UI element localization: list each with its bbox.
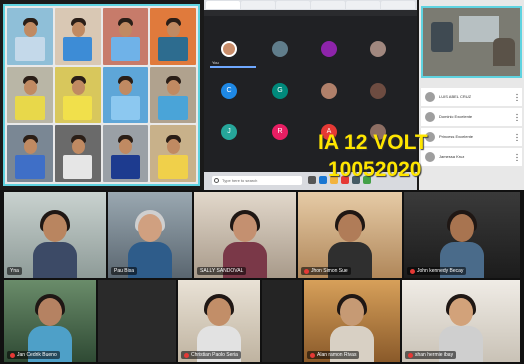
participant-nameplate: SALLY SANDOVAL <box>197 267 247 275</box>
student-photo <box>54 66 101 124</box>
browser-tab[interactable] <box>206 1 240 9</box>
active-speaker-bar <box>210 66 256 68</box>
shared-video-preview <box>421 6 522 78</box>
search-placeholder: Type here to search <box>222 178 258 183</box>
participant-name: LUIS ABEL CRUZ <box>439 94 472 99</box>
participant-nameplate: Jan Cedrik Bueno <box>7 351 60 359</box>
side-panel: LUIS ABEL CRUZ Dominic Excelente Princes… <box>419 0 524 190</box>
list-item[interactable]: Dominic Excelente <box>421 108 522 126</box>
video-tile[interactable]: shan hermie ibay <box>402 280 520 362</box>
class-name: IA 12 VOLT <box>318 131 428 154</box>
student-photo-collage <box>3 4 200 186</box>
avatar <box>425 92 435 102</box>
video-tile[interactable] <box>98 280 176 362</box>
class-date: 10052020 <box>328 158 422 181</box>
student-photo <box>150 125 196 182</box>
student-photo <box>102 8 149 65</box>
student-photo <box>7 8 53 65</box>
participant-avatar[interactable]: R <box>272 124 288 140</box>
taskbar-search-input[interactable]: Type here to search <box>212 176 302 185</box>
browser-tab-bar[interactable] <box>204 0 417 10</box>
participant-avatar[interactable] <box>321 41 337 57</box>
participant-avatar[interactable]: J <box>221 124 237 140</box>
meet-header <box>204 10 417 16</box>
video-gallery: Yna Pau Bisa SALLY SANDOVAL Jhon Simon S… <box>0 190 524 364</box>
mic-off-icon <box>408 352 413 358</box>
list-item[interactable]: Jamessa Kruz <box>421 148 522 166</box>
screen-top-area: You C G J R A Type here to search LUIS A… <box>0 0 524 190</box>
participant-nameplate: John kennedy Becay <box>407 267 467 275</box>
student-photo <box>102 66 149 124</box>
browser-tab[interactable] <box>241 1 275 9</box>
participant-avatar[interactable]: C <box>221 83 237 99</box>
video-tile[interactable]: Yna <box>4 192 106 278</box>
task-view-icon[interactable] <box>308 176 316 184</box>
student-photo <box>150 8 196 65</box>
mic-off-icon <box>10 352 15 358</box>
participant-avatar[interactable] <box>221 41 237 57</box>
browser-tab[interactable] <box>276 1 310 9</box>
video-tile[interactable]: Pau Bisa <box>108 192 192 278</box>
mic-off-icon <box>310 352 315 358</box>
browser-tab[interactable] <box>381 1 415 9</box>
mic-off-icon <box>184 352 189 358</box>
participant-nameplate: Christian Paolo Seria <box>181 351 241 359</box>
participant-nameplate: shan hermie ibay <box>405 351 457 359</box>
avatar <box>425 112 435 122</box>
participant-avatar[interactable]: G <box>272 83 288 99</box>
mic-off-icon <box>304 268 309 274</box>
self-view-label: You <box>212 60 219 65</box>
more-options-icon[interactable] <box>516 133 518 141</box>
student-photo <box>150 66 196 124</box>
participant-nameplate: Pau Bisa <box>111 267 138 275</box>
video-tile[interactable]: SALLY SANDOVAL <box>194 192 296 278</box>
participant-nameplate: Alan ramon Rivas <box>307 351 360 359</box>
more-options-icon[interactable] <box>516 113 518 121</box>
mic-off-icon <box>410 268 415 274</box>
class-title-overlay: IA 12 VOLT 10052020 <box>318 129 428 183</box>
search-icon <box>214 178 219 183</box>
video-tile[interactable]: Christian Paolo Seria <box>178 280 260 362</box>
video-tile[interactable]: Jan Cedrik Bueno <box>4 280 96 362</box>
participant-avatar[interactable] <box>370 83 386 99</box>
more-options-icon[interactable] <box>516 153 518 161</box>
participant-name: Jamessa Kruz <box>439 154 465 159</box>
participant-avatar[interactable] <box>321 83 337 99</box>
video-tile[interactable]: Alan ramon Rivas <box>304 280 400 362</box>
participant-nameplate: Yna <box>7 267 22 275</box>
participant-avatar[interactable] <box>272 41 288 57</box>
participant-list: LUIS ABEL CRUZ Dominic Excelente Princes… <box>421 88 522 168</box>
video-tile[interactable]: John kennedy Becay <box>404 192 520 278</box>
video-tile[interactable] <box>262 280 302 362</box>
participant-name: Princess Excelente <box>439 134 474 139</box>
list-item[interactable]: Princess Excelente <box>421 128 522 146</box>
student-photo <box>54 125 101 182</box>
participant-avatar[interactable] <box>370 41 386 57</box>
list-item[interactable]: LUIS ABEL CRUZ <box>421 88 522 106</box>
student-photo <box>54 8 101 65</box>
student-photo <box>102 125 149 182</box>
browser-tab[interactable] <box>311 1 345 9</box>
student-photo <box>7 66 53 124</box>
browser-tab[interactable] <box>346 1 380 9</box>
student-photo <box>7 125 53 182</box>
video-tile[interactable]: Jhon Simon Sue <box>298 192 402 278</box>
participant-name: Dominic Excelente <box>439 114 473 119</box>
more-options-icon[interactable] <box>516 93 518 101</box>
participant-nameplate: Jhon Simon Sue <box>301 267 351 275</box>
